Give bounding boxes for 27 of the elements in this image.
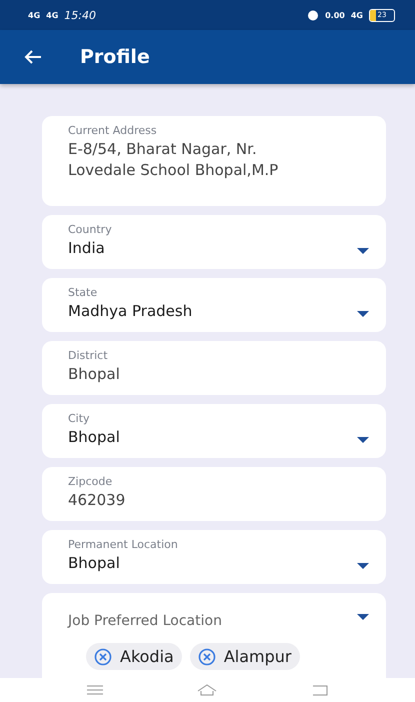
page-title: Profile <box>80 46 150 68</box>
remove-icon[interactable] <box>198 648 216 666</box>
signal-label: 4G <box>28 10 40 20</box>
input-field[interactable]: Current Address E-8/54, Bharat Nagar, Nr. Lovedale School Bhopal,M.P <box>42 116 386 206</box>
data-speed: 0.00 <box>325 10 345 20</box>
dropdown-field[interactable]: State Madhya Pradesh <box>42 278 386 332</box>
dropdown-field[interactable]: Country India <box>42 215 386 269</box>
back-nav-icon[interactable] <box>312 684 328 696</box>
input-field[interactable]: Zipcode 462039 <box>42 467 386 521</box>
location-chip[interactable]: Akodia <box>86 643 182 670</box>
caret-icon <box>356 562 370 570</box>
dropdown-field[interactable]: City Bhopal <box>42 404 386 458</box>
caret-icon <box>356 436 370 444</box>
signal-label: 4G <box>46 10 58 20</box>
multi-select-field[interactable]: Job Preferred Location Akodia Alampur <box>42 593 386 678</box>
clock-time: 15:40 <box>64 8 96 22</box>
menu-icon[interactable] <box>87 685 104 695</box>
back-button[interactable] <box>24 49 42 65</box>
caret-icon <box>356 247 370 255</box>
dropdown-field[interactable]: Permanent Location Bhopal <box>42 530 386 584</box>
home-icon[interactable] <box>197 684 218 696</box>
caret-icon <box>356 310 370 318</box>
remove-icon[interactable] <box>94 648 112 666</box>
input-field[interactable]: District Bhopal <box>42 341 386 395</box>
caret-icon <box>356 613 370 621</box>
location-chip[interactable]: Alampur <box>190 643 300 670</box>
network-label: 4G <box>350 10 363 20</box>
